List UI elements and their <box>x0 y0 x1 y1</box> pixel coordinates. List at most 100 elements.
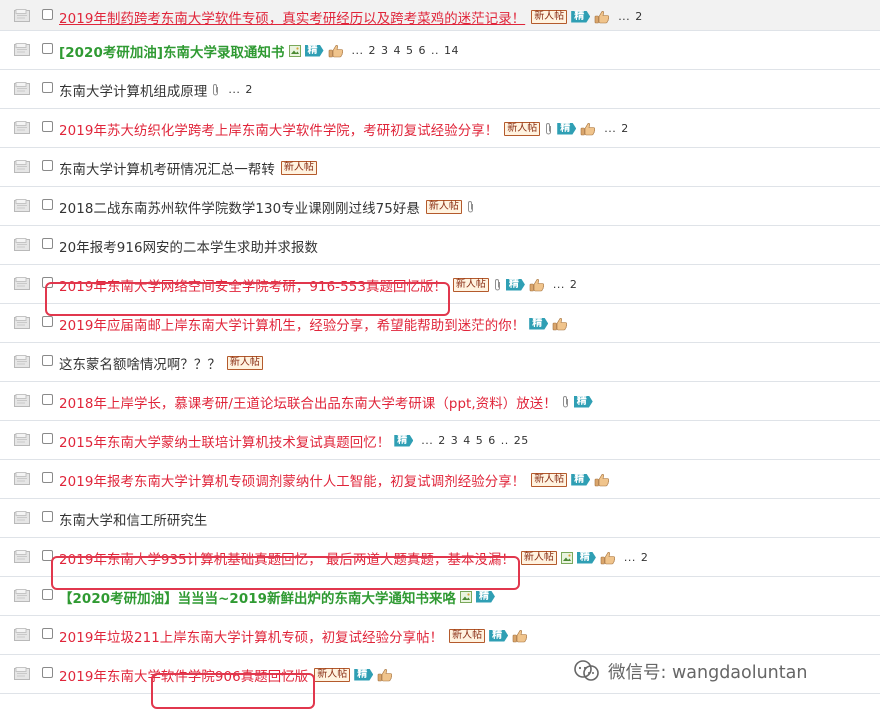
thread-checkbox[interactable] <box>42 199 53 210</box>
thread-folder-icon <box>14 121 30 135</box>
thread-checkbox[interactable] <box>42 628 53 639</box>
page-link[interactable]: 5 <box>476 434 484 447</box>
thread-row[interactable]: 2019年东南大学935计算机基础真题回忆， 最后两道大题真题，基本没漏！ 新人帖… <box>0 538 880 577</box>
thread-row[interactable]: 2019年报考东南大学计算机专硕调剂蒙纳什人工智能，初复试调剂经验分享！ 新人帖精 <box>0 460 880 499</box>
thread-checkbox[interactable] <box>42 472 53 483</box>
thread-checkbox[interactable] <box>42 667 53 678</box>
thread-title-link[interactable]: 东南大学和信工所研究生 <box>59 509 207 529</box>
thread-title-link[interactable]: 2015年东南大学蒙纳士联培计算机技术复试真题回忆！ <box>59 431 390 451</box>
page-link[interactable]: 2 <box>641 551 649 564</box>
page-link[interactable]: 2 <box>621 122 629 135</box>
thread-row[interactable]: 东南大学计算机考研情况汇总一帮转 新人帖 <box>0 148 880 187</box>
thread-row[interactable]: 2019年东南大学网络空间安全学院考研，916-553真题回忆版！ 新人帖 精...… <box>0 265 880 304</box>
featured-badge: 精 <box>573 395 593 408</box>
thread-checkbox[interactable] <box>42 355 53 366</box>
thread-row[interactable]: [2020考研加油]东南大学录取通知书 精... 2 3 4 5 6.. 14 <box>0 31 880 70</box>
thread-title-link[interactable]: 2019年报考东南大学计算机专硕调剂蒙纳什人工智能，初复试调剂经验分享！ <box>59 470 525 490</box>
thread-checkbox[interactable] <box>42 9 53 20</box>
thread-checkbox[interactable] <box>42 433 53 444</box>
thread-row[interactable]: 2019年应届南邮上岸东南大学计算机生，经验分享，希望能帮助到迷茫的你！ 精 <box>0 304 880 343</box>
thread-title-link[interactable]: 2019年苏大纺织化学跨考上岸东南大学软件学院，考研初复试经验分享！ <box>59 119 498 139</box>
thread-checkbox[interactable] <box>42 160 53 171</box>
thread-content: 20年报考916网安的二本学生求助并求报数 <box>59 226 318 265</box>
thread-title-link[interactable]: 东南大学计算机组成原理 <box>59 80 207 100</box>
page-link[interactable]: 25 <box>514 434 529 447</box>
thread-row[interactable]: 东南大学和信工所研究生 <box>0 499 880 538</box>
thread-row[interactable]: 2018年上岸学长，慕课考研/王道论坛联合出品东南大学考研课（ppt,资料）放送… <box>0 382 880 421</box>
thread-row[interactable]: 2019年垃圾211上岸东南大学计算机专硕，初复试经验分享帖！ 新人帖精 <box>0 616 880 655</box>
page-link[interactable]: 5 <box>406 44 414 57</box>
featured-badge: 精 <box>576 551 596 564</box>
thread-row[interactable]: 20年报考916网安的二本学生求助并求报数 <box>0 226 880 265</box>
thread-row[interactable]: 2018二战东南苏州软件学院数学130专业课刚刚过线75好悬 新人帖 <box>0 187 880 226</box>
thumbs-up-icon <box>377 668 393 682</box>
page-link[interactable]: 6 <box>419 44 427 57</box>
attachment-icon <box>466 200 475 214</box>
thread-pagination: ... 2 <box>618 10 648 23</box>
page-link[interactable]: 4 <box>463 434 471 447</box>
page-link[interactable]: 2 <box>635 10 643 23</box>
attachment-icon <box>211 83 220 97</box>
thread-title-link[interactable]: 2019年东南大学935计算机基础真题回忆， 最后两道大题真题，基本没漏！ <box>59 548 515 568</box>
page-link[interactable]: 14 <box>444 44 459 57</box>
page-link[interactable]: 2 <box>245 83 253 96</box>
thread-title-link[interactable]: 【2020考研加油】当当当~2019新鲜出炉的东南大学通知书来咯 <box>59 587 456 607</box>
page-link[interactable]: 2 <box>570 278 578 291</box>
thread-checkbox[interactable] <box>42 550 53 561</box>
thread-title-link[interactable]: 这东蒙名额啥情况啊？？？ <box>59 353 221 373</box>
thread-checkbox[interactable] <box>42 277 53 288</box>
thread-pagination: ... 2 <box>604 122 634 135</box>
thread-content: 2018二战东南苏州软件学院数学130专业课刚刚过线75好悬 新人帖 <box>59 187 475 226</box>
page-ellipsis: ... <box>552 278 565 291</box>
thread-checkbox[interactable] <box>42 121 53 132</box>
page-link[interactable]: 3 <box>381 44 389 57</box>
thread-folder-icon <box>14 43 30 57</box>
thread-title-link[interactable]: 2019年东南大学网络空间安全学院考研，916-553真题回忆版！ <box>59 275 447 295</box>
thread-title-link[interactable]: 20年报考916网安的二本学生求助并求报数 <box>59 236 318 256</box>
page-link[interactable]: 2 <box>369 44 377 57</box>
thread-checkbox[interactable] <box>42 316 53 327</box>
thread-pagination: ... 2 <box>624 551 654 564</box>
thread-title-link[interactable]: 2019年东南大学软件学院906真题回忆版 <box>59 665 308 685</box>
thread-folder-icon <box>14 511 30 525</box>
thread-pagination: ... 2 3 4 5 6.. 25 <box>421 434 534 447</box>
thread-content: 东南大学和信工所研究生 <box>59 499 207 538</box>
page-link[interactable]: 2 <box>438 434 446 447</box>
thread-title-link[interactable]: [2020考研加油]东南大学录取通知书 <box>59 41 285 61</box>
page-link[interactable]: 6 <box>488 434 496 447</box>
wechat-watermark: 微信号: wangdaoluntan <box>572 658 807 684</box>
thread-checkbox[interactable] <box>42 394 53 405</box>
thread-title-link[interactable]: 2019年垃圾211上岸东南大学计算机专硕，初复试经验分享帖！ <box>59 626 443 646</box>
thread-row[interactable]: 【2020考研加油】当当当~2019新鲜出炉的东南大学通知书来咯 精 <box>0 577 880 616</box>
new-user-post-badge: 新人帖 <box>280 160 317 175</box>
thumbs-up-icon <box>529 278 545 292</box>
thread-row[interactable]: 2015年东南大学蒙纳士联培计算机技术复试真题回忆！ 精... 2 3 4 5 6.. 25 <box>0 421 880 460</box>
page-ellipsis: ... <box>604 122 617 135</box>
thread-checkbox[interactable] <box>42 511 53 522</box>
page-link[interactable]: 3 <box>451 434 459 447</box>
new-user-post-badge: 新人帖 <box>449 628 486 643</box>
thread-content: [2020考研加油]东南大学录取通知书 精... 2 3 4 5 6.. 14 <box>59 31 464 70</box>
thread-row[interactable]: 东南大学计算机组成原理... 2 <box>0 70 880 109</box>
thread-folder-icon <box>14 355 30 369</box>
thread-row[interactable]: 这东蒙名额啥情况啊？？？ 新人帖 <box>0 343 880 382</box>
thread-title-link[interactable]: 2019年制药跨考东南大学软件专硕，真实考研经历以及跨考菜鸡的迷茫记录！ <box>59 7 525 27</box>
thumbs-up-icon <box>552 317 568 331</box>
thread-content: 东南大学计算机考研情况汇总一帮转 新人帖 <box>59 148 317 187</box>
page-ellipsis: .. <box>500 434 509 447</box>
thread-content: 2018年上岸学长，慕课考研/王道论坛联合出品东南大学考研课（ppt,资料）放送… <box>59 382 593 421</box>
page-link[interactable]: 4 <box>394 44 402 57</box>
page-ellipsis: ... <box>623 551 636 564</box>
thread-row[interactable]: 2019年苏大纺织化学跨考上岸东南大学软件学院，考研初复试经验分享！ 新人帖 精..… <box>0 109 880 148</box>
thread-title-link[interactable]: 2018年上岸学长，慕课考研/王道论坛联合出品东南大学考研课（ppt,资料）放送… <box>59 392 557 412</box>
thread-title-link[interactable]: 东南大学计算机考研情况汇总一帮转 <box>59 158 275 178</box>
thread-title-link[interactable]: 2019年应届南邮上岸东南大学计算机生，经验分享，希望能帮助到迷茫的你！ <box>59 314 525 334</box>
thread-checkbox[interactable] <box>42 82 53 93</box>
thread-checkbox[interactable] <box>42 238 53 249</box>
thread-content: 2019年东南大学网络空间安全学院考研，916-553真题回忆版！ 新人帖 精...… <box>59 265 582 304</box>
thread-checkbox[interactable] <box>42 43 53 54</box>
thread-checkbox[interactable] <box>42 589 53 600</box>
thread-list: 2019年制药跨考东南大学软件专硕，真实考研经历以及跨考菜鸡的迷茫记录！ 新人帖精… <box>0 0 880 694</box>
thread-row[interactable]: 2019年制药跨考东南大学软件专硕，真实考研经历以及跨考菜鸡的迷茫记录！ 新人帖精… <box>0 0 880 31</box>
thread-title-link[interactable]: 2018二战东南苏州软件学院数学130专业课刚刚过线75好悬 <box>59 197 420 217</box>
